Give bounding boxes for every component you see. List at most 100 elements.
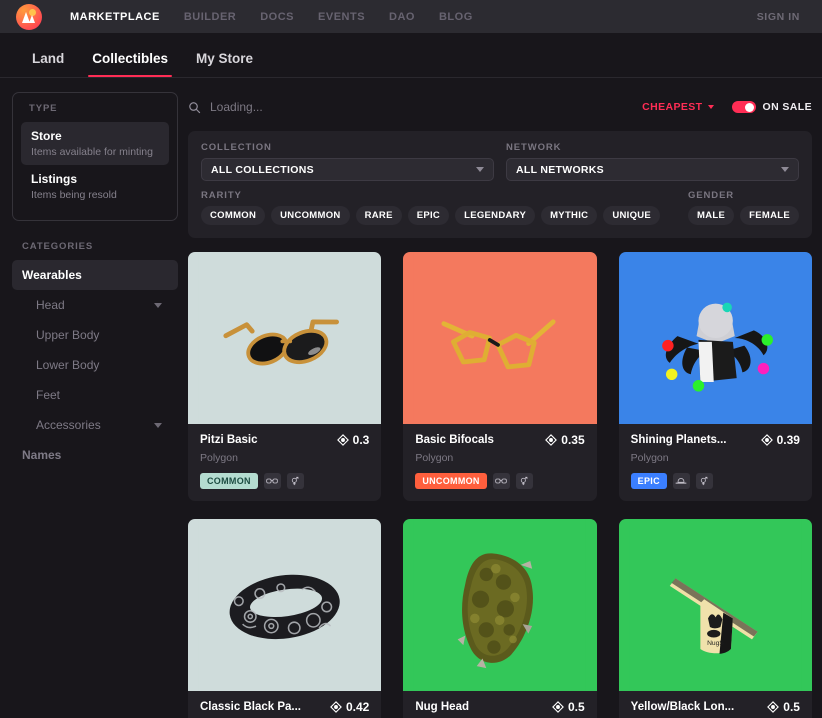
toggle-switch[interactable] xyxy=(731,101,756,113)
nav-link-marketplace[interactable]: MARKETPLACE xyxy=(58,11,172,23)
collection-select[interactable]: ALL COLLECTIONS xyxy=(201,158,494,181)
item-card[interactable]: Classic Black Pa...0.42Polygon xyxy=(188,519,382,718)
item-name: Shining Planets... xyxy=(630,434,727,446)
item-network: Polygon xyxy=(415,452,454,464)
mana-token-icon xyxy=(767,701,780,713)
tab-collectibles[interactable]: Collectibles xyxy=(78,51,182,77)
mana-token-icon xyxy=(330,701,342,713)
rarity-badge: UNCOMMON xyxy=(415,473,487,489)
unisex-icon xyxy=(695,473,713,489)
nav-link-docs[interactable]: DOCS xyxy=(248,11,306,23)
mana-token-icon xyxy=(545,434,558,446)
sidebar-item-wearables[interactable]: Wearables xyxy=(12,260,178,290)
item-info: Pitzi Basic 0.3 Polygon COMMON xyxy=(188,424,381,501)
tab-my-store[interactable]: My Store xyxy=(182,51,267,77)
item-info: Classic Black Pa...0.42Polygon xyxy=(188,691,381,718)
item-title-price-row: Shining Planets... 0.39 xyxy=(631,433,800,447)
sidebar-item-label: Feet xyxy=(36,388,61,402)
sidebar-item-label: Names xyxy=(22,448,62,462)
tab-land[interactable]: Land xyxy=(18,51,78,77)
item-card[interactable]: Nug Head0.5Polygon xyxy=(403,519,597,718)
gender-filter-label: GENDER xyxy=(688,190,735,201)
mana-token-icon xyxy=(336,434,349,446)
on-sale-label: ON SALE xyxy=(762,101,812,113)
rarity-pill-legendary[interactable]: LEGENDARY xyxy=(455,206,536,225)
sidebar-item-lower-body[interactable]: Lower Body xyxy=(12,350,178,380)
item-name: Pitzi Basic xyxy=(200,434,258,446)
type-section-label: TYPE xyxy=(29,103,58,114)
sidebar-item-label: Upper Body xyxy=(36,328,100,342)
network-filter: NETWORK ALL NETWORKS xyxy=(506,142,799,181)
sidebar-item-names[interactable]: Names xyxy=(12,440,178,470)
on-sale-toggle[interactable]: ON SALE xyxy=(731,101,812,113)
eyewear-icon xyxy=(263,473,281,489)
type-item-store[interactable]: Store Items available for minting xyxy=(21,122,169,165)
main-content: Loading... CHEAPEST ON SALE COLLECTION A… xyxy=(178,92,822,718)
item-thumbnail xyxy=(403,252,597,424)
sidebar-item-head[interactable]: Head xyxy=(12,290,178,320)
item-card[interactable]: Basic Bifocals 0.35 Polygon UNCOMMON xyxy=(403,252,597,501)
mana-token-icon xyxy=(552,701,564,713)
item-card[interactable]: Shining Planets... 0.39 Polygon EPIC xyxy=(618,252,812,501)
item-info: Yellow/Black Lon...0.5Polygon xyxy=(619,691,812,718)
sign-in-button[interactable]: SIGN IN xyxy=(757,11,800,23)
item-price-value: 0.3 xyxy=(352,433,370,447)
collection-filter-label: COLLECTION xyxy=(201,142,272,153)
network-select[interactable]: ALL NETWORKS xyxy=(506,158,799,181)
item-artwork-sunglasses-black xyxy=(198,252,371,424)
item-title-price-row: Classic Black Pa... 0.42 xyxy=(200,700,369,714)
item-card[interactable]: NugS Yellow/Black Lon...0.5Polygon xyxy=(618,519,812,718)
rarity-pill-rare[interactable]: RARE xyxy=(355,206,402,225)
search-icon xyxy=(189,101,201,113)
item-network: Polygon xyxy=(630,452,669,464)
sidebar-item-upper-body[interactable]: Upper Body xyxy=(12,320,178,350)
categories-section-label: CATEGORIES xyxy=(22,241,94,252)
categories-list: Wearables Head Upper Body Lower Body Feet Acc… xyxy=(12,260,178,470)
item-price-value: 0.39 xyxy=(776,433,800,447)
type-item-title: Listings xyxy=(31,172,78,186)
item-artwork-nug xyxy=(413,519,586,691)
svg-text:NugS: NugS xyxy=(707,640,724,647)
item-price-value: 0.5 xyxy=(567,700,585,714)
filters-sidebar: TYPE Store Items available for minting Lis… xyxy=(0,92,178,718)
sidebar-item-accessories[interactable]: Accessories xyxy=(12,410,178,440)
rarity-pill-uncommon[interactable]: UNCOMMON xyxy=(271,206,350,225)
item-artwork-jester-hat xyxy=(629,252,802,424)
gender-pill-male[interactable]: MALE xyxy=(688,206,735,225)
item-thumbnail xyxy=(618,252,812,424)
rarity-badge: COMMON xyxy=(200,473,258,489)
sidebar-item-feet[interactable]: Feet xyxy=(12,380,178,410)
collection-select-value: ALL COLLECTIONS xyxy=(211,163,314,176)
item-price-value: 0.5 xyxy=(783,700,800,714)
chevron-down-icon[interactable] xyxy=(154,302,162,308)
rarity-pill-unique[interactable]: UNIQUE xyxy=(603,206,661,225)
gender-pill-female[interactable]: FEMALE xyxy=(740,206,799,225)
nav-link-events[interactable]: EVENTS xyxy=(306,11,377,23)
search-box[interactable]: Loading... xyxy=(188,100,642,114)
rarity-pill-common[interactable]: COMMON xyxy=(201,206,266,225)
nav-link-builder[interactable]: BUILDER xyxy=(172,11,248,23)
item-title-price-row: Nug Head 0.5 xyxy=(415,700,584,714)
item-thumbnail xyxy=(188,519,382,691)
type-item-title: Store xyxy=(31,129,62,143)
top-navigation-bar: MARKETPLACE BUILDER DOCS EVENTS DAO BLOG SIGN… xyxy=(0,0,822,33)
item-artwork-eyeglasses-gold xyxy=(413,252,586,424)
rarity-filter-label: RARITY xyxy=(201,190,242,201)
chevron-down-icon[interactable] xyxy=(154,422,162,428)
search-input-text[interactable]: Loading... xyxy=(210,100,263,114)
type-item-listings[interactable]: Listings Items being resold xyxy=(21,165,169,208)
sort-dropdown[interactable]: CHEAPEST xyxy=(642,101,714,113)
nav-link-blog[interactable]: BLOG xyxy=(427,11,485,23)
sidebar-item-label: Head xyxy=(36,298,65,312)
item-thumbnail xyxy=(188,252,382,424)
rarity-pill-mythic[interactable]: MYTHIC xyxy=(541,206,598,225)
decentraland-logo-icon[interactable] xyxy=(16,3,42,30)
rarity-badge: EPIC xyxy=(630,473,667,489)
type-filter-box: TYPE Store Items available for minting Lis… xyxy=(12,92,178,221)
nav-link-dao[interactable]: DAO xyxy=(377,11,427,23)
gender-filter: GENDER MALE FEMALE xyxy=(688,190,799,225)
rarity-pill-epic[interactable]: EPIC xyxy=(407,206,450,225)
item-badges: COMMON xyxy=(200,473,369,489)
item-card[interactable]: Pitzi Basic 0.3 Polygon COMMON xyxy=(188,252,382,501)
rarity-pill-list: COMMON UNCOMMON RARE EPIC LEGENDARY MYTHIC UNI… xyxy=(201,206,678,225)
